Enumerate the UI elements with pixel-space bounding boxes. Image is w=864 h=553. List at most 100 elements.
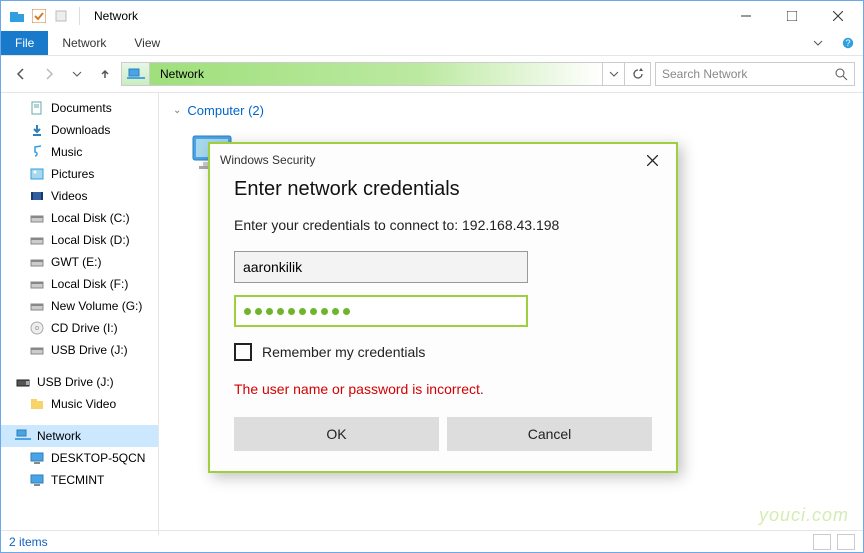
- help-icon[interactable]: ?: [833, 31, 863, 55]
- qat-dropdown-icon[interactable]: [53, 8, 69, 24]
- chevron-down-icon: ⌄: [173, 105, 181, 116]
- sidebar-item-label: USB Drive (J:): [37, 375, 114, 389]
- sidebar-item-label: New Volume (G:): [51, 299, 142, 313]
- item-count: 2 items: [9, 535, 48, 549]
- section-label: Computer (2): [187, 103, 264, 118]
- view-large-button[interactable]: [837, 534, 855, 550]
- sidebar-item-downloads[interactable]: Downloads: [1, 119, 158, 141]
- address-bar[interactable]: Network: [121, 62, 651, 86]
- remember-label: Remember my credentials: [262, 344, 425, 360]
- sidebar-item-label: GWT (E:): [51, 255, 101, 269]
- disk-icon: [29, 254, 45, 270]
- password-field[interactable]: [234, 295, 528, 327]
- sidebar-item-music-video[interactable]: Music Video: [1, 393, 158, 415]
- sidebar-item-label: Local Disk (D:): [51, 233, 130, 247]
- sidebar-item-disk-f[interactable]: Local Disk (F:): [1, 273, 158, 295]
- tab-file[interactable]: File: [1, 31, 48, 55]
- dialog-subtitle: Enter your credentials to connect to: 19…: [234, 217, 652, 233]
- recent-dropdown-icon[interactable]: [65, 62, 89, 86]
- dialog-close-button[interactable]: [638, 148, 666, 172]
- sidebar-item-label: USB Drive (J:): [51, 343, 128, 357]
- search-placeholder: Search Network: [662, 67, 747, 81]
- sidebar-item-computer-1[interactable]: DESKTOP-5QCN: [1, 447, 158, 469]
- sidebar-item-label: Music: [51, 145, 82, 159]
- sidebar-item-computer-2[interactable]: TECMINT: [1, 469, 158, 491]
- refresh-button[interactable]: [624, 63, 650, 85]
- sidebar-item-label: Local Disk (C:): [51, 211, 130, 225]
- sidebar-item-disk-d[interactable]: Local Disk (D:): [1, 229, 158, 251]
- error-message: The user name or password is incorrect.: [234, 381, 652, 397]
- sidebar-item-label: Local Disk (F:): [51, 277, 128, 291]
- network-icon: [15, 428, 31, 444]
- folder-icon: [29, 396, 45, 412]
- sidebar-item-usb-drive[interactable]: USB Drive (J:): [1, 339, 158, 361]
- ribbon-expand-icon[interactable]: [803, 31, 833, 55]
- sidebar-item-label: DESKTOP-5QCN: [51, 451, 145, 465]
- search-input[interactable]: Search Network: [655, 62, 855, 86]
- dialog-heading: Enter network credentials: [234, 178, 652, 201]
- title-bar: Network: [1, 1, 863, 31]
- ribbon-tabs: File Network View ?: [1, 31, 863, 55]
- view-details-button[interactable]: [813, 534, 831, 550]
- sidebar-item-new-volume[interactable]: New Volume (G:): [1, 295, 158, 317]
- sidebar-item-network[interactable]: Network: [1, 425, 158, 447]
- sidebar-item-usb-drive-2[interactable]: USB Drive (J:): [1, 371, 158, 393]
- usb-icon: [15, 374, 31, 390]
- sidebar-item-videos[interactable]: Videos: [1, 185, 158, 207]
- sidebar-item-cd-drive[interactable]: CD Drive (I:): [1, 317, 158, 339]
- computer-icon: [29, 450, 45, 466]
- tab-view[interactable]: View: [120, 31, 174, 55]
- sidebar-item-label: Network: [37, 429, 81, 443]
- usb-icon: [29, 342, 45, 358]
- breadcrumb[interactable]: Network: [150, 63, 602, 85]
- qat-check-icon[interactable]: [31, 8, 47, 24]
- sidebar-item-label: CD Drive (I:): [51, 321, 118, 335]
- sidebar-item-label: Music Video: [51, 397, 116, 411]
- computer-icon: [29, 472, 45, 488]
- back-button[interactable]: [9, 62, 33, 86]
- sidebar-item-label: Downloads: [51, 123, 110, 137]
- tab-network[interactable]: Network: [48, 31, 120, 55]
- nav-pane[interactable]: Documents Downloads Music Pictures Video…: [1, 93, 159, 535]
- explorer-icon: [9, 8, 25, 24]
- sidebar-item-pictures[interactable]: Pictures: [1, 163, 158, 185]
- sidebar-item-label: Documents: [51, 101, 112, 115]
- music-icon: [29, 144, 45, 160]
- separator: [79, 7, 80, 25]
- dialog-title: Windows Security: [220, 153, 315, 167]
- svg-text:?: ?: [845, 38, 850, 48]
- forward-button[interactable]: [37, 62, 61, 86]
- cancel-button[interactable]: Cancel: [447, 417, 652, 451]
- documents-icon: [29, 100, 45, 116]
- up-button[interactable]: [93, 62, 117, 86]
- window-title: Network: [94, 9, 138, 23]
- credentials-dialog: Windows Security Enter network credentia…: [208, 142, 678, 473]
- ok-button[interactable]: OK: [234, 417, 439, 451]
- search-icon: [835, 68, 848, 81]
- videos-icon: [29, 188, 45, 204]
- disk-icon: [29, 210, 45, 226]
- pictures-icon: [29, 166, 45, 182]
- sidebar-item-label: Videos: [51, 189, 87, 203]
- disk-icon: [29, 298, 45, 314]
- sidebar-item-label: Pictures: [51, 167, 94, 181]
- nav-bar: Network Search Network: [1, 56, 863, 92]
- username-field[interactable]: aaronkilik: [234, 251, 528, 283]
- cd-icon: [29, 320, 45, 336]
- remember-checkbox[interactable]: Remember my credentials: [234, 343, 652, 361]
- close-button[interactable]: [815, 1, 861, 31]
- sidebar-item-gwt[interactable]: GWT (E:): [1, 251, 158, 273]
- network-icon: [122, 63, 150, 85]
- section-header[interactable]: ⌄ Computer (2): [173, 103, 849, 118]
- address-dropdown-icon[interactable]: [602, 63, 624, 85]
- maximize-button[interactable]: [769, 1, 815, 31]
- sidebar-item-disk-c[interactable]: Local Disk (C:): [1, 207, 158, 229]
- minimize-button[interactable]: [723, 1, 769, 31]
- checkbox-icon: [234, 343, 252, 361]
- disk-icon: [29, 276, 45, 292]
- status-bar: 2 items: [1, 530, 863, 552]
- sidebar-item-label: TECMINT: [51, 473, 104, 487]
- sidebar-item-documents[interactable]: Documents: [1, 97, 158, 119]
- username-value: aaronkilik: [243, 259, 302, 275]
- sidebar-item-music[interactable]: Music: [1, 141, 158, 163]
